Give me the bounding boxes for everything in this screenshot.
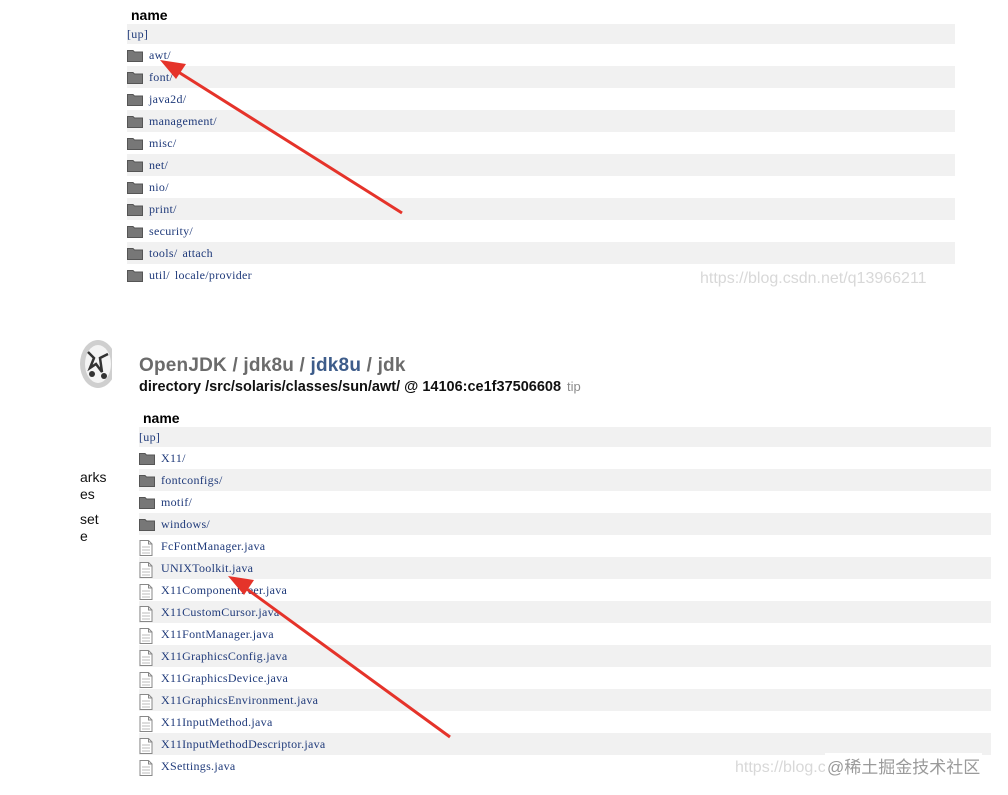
annotation-arrows xyxy=(160,60,451,739)
arrow-to-unixtoolkit-file xyxy=(228,576,451,739)
arrow-to-awt-folder xyxy=(160,60,403,215)
